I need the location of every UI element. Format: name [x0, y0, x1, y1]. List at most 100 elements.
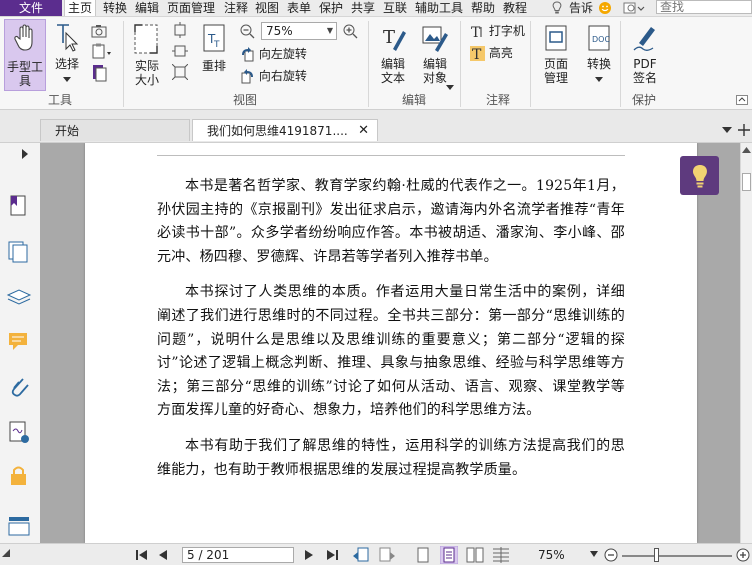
next-page-icon[interactable]: [304, 549, 314, 561]
continuous-facing-view-icon[interactable]: [492, 547, 510, 563]
fit-visible-icon[interactable]: [172, 64, 188, 80]
menu-bar: 文件 主页 转换 编辑 页面管理 注释 视图 表单 保护 共享 互联 辅助工具 …: [0, 0, 752, 17]
search-input[interactable]: [656, 0, 752, 14]
reflow-icon: T T: [203, 24, 225, 52]
menu-accessibility[interactable]: 辅助工具: [415, 0, 463, 16]
menu-help[interactable]: 帮助: [471, 0, 495, 16]
select-button[interactable]: 选择: [50, 23, 84, 85]
attachment-icon[interactable]: [6, 373, 32, 399]
svg-text:T: T: [383, 27, 395, 48]
zoom-slider-track[interactable]: [622, 555, 732, 557]
facing-view-icon[interactable]: [466, 547, 484, 563]
tips-button[interactable]: [680, 156, 719, 195]
header-rule: [157, 155, 625, 156]
zoom-out-icon[interactable]: [240, 24, 255, 39]
menu-tutorial[interactable]: 教程: [503, 0, 527, 16]
hand-tool-button[interactable]: 手型工具: [4, 19, 46, 91]
expand-panel-icon[interactable]: [21, 149, 29, 159]
group-label-protect: 保护: [631, 93, 656, 107]
paragraph: 本书探讨了人类思维的本质。作者运用大量日常生活中的案例，详细阐述了我们进行思维时…: [157, 284, 625, 419]
convert-button[interactable]: DOC 转换: [582, 23, 616, 85]
menu-connect[interactable]: 互联: [383, 0, 407, 16]
zoom-out-icon[interactable]: [604, 548, 618, 562]
new-tab-plus-icon[interactable]: [738, 124, 750, 136]
lock-icon[interactable]: [6, 463, 32, 489]
page-manage-icon: [545, 25, 567, 51]
document-tools-icon[interactable]: [92, 64, 108, 82]
continuous-view-icon[interactable]: [440, 546, 458, 564]
reflow-button[interactable]: T T 重排: [198, 23, 230, 73]
previous-page-icon[interactable]: [158, 549, 168, 561]
zoom-in-icon[interactable]: [343, 24, 358, 39]
menu-edit[interactable]: 编辑: [135, 0, 159, 16]
rotate-left-button[interactable]: 向左旋转: [240, 45, 307, 63]
select-label: 选择: [54, 57, 79, 71]
menu-form[interactable]: 表单: [287, 0, 311, 16]
scroll-up-icon[interactable]: [742, 147, 751, 153]
first-page-icon[interactable]: [136, 549, 148, 561]
lightbulb-icon[interactable]: [551, 1, 563, 15]
actual-size-icon: [134, 24, 158, 54]
single-page-view-icon[interactable]: [416, 547, 430, 563]
scrollbar-thumb[interactable]: [742, 173, 751, 191]
chevron-down-icon[interactable]: [590, 551, 598, 557]
search-scope-icon[interactable]: [623, 1, 645, 15]
tab-start[interactable]: 开始: [40, 119, 190, 141]
menu-page-manage[interactable]: 页面管理: [167, 0, 215, 16]
menu-comment[interactable]: 注释: [224, 0, 248, 16]
select-cursor-icon: [57, 24, 79, 52]
comments-icon[interactable]: [6, 329, 32, 355]
fit-page-icon[interactable]: [172, 22, 188, 38]
zoom-select[interactable]: 75% ▼: [261, 22, 337, 40]
signature-panel-icon[interactable]: [6, 419, 32, 445]
actual-size-button[interactable]: 实际大小: [130, 23, 164, 87]
clipboard-icon[interactable]: [91, 43, 113, 59]
paragraph: 本书有助于我们了解思维的特性，运用科学的训练方法提高我们的思维能力，也有助于教师…: [157, 437, 625, 478]
convert-icon: DOC: [588, 25, 610, 51]
page-number-value: 5 / 201: [187, 548, 230, 562]
content-panel-icon[interactable]: [6, 511, 32, 537]
svg-text:DOC: DOC: [592, 35, 610, 44]
pdf-sign-button[interactable]: PDF签名: [626, 23, 664, 85]
next-view-icon[interactable]: [378, 547, 396, 563]
layers-icon[interactable]: [6, 283, 32, 309]
hand-icon: [14, 24, 33, 51]
page-body-text: 本书是著名哲学家、教育学家约翰·杜威的代表作之一。1925年1月，孙伏园主持的《…: [157, 175, 625, 494]
menu-home[interactable]: 主页: [64, 0, 97, 16]
tell-me-label[interactable]: 告诉: [569, 0, 593, 16]
edit-text-button[interactable]: T 编辑文本: [376, 23, 410, 85]
pages-thumbnail-icon[interactable]: [6, 239, 32, 265]
document-viewport[interactable]: 本书是著名哲学家、教育学家约翰·杜威的代表作之一。1925年1月，孙伏园主持的《…: [40, 143, 740, 543]
group-label-view: 视图: [232, 93, 257, 107]
snapshot-icon[interactable]: [91, 24, 107, 38]
pdf-sign-label: PDF签名: [632, 57, 657, 85]
highlight-icon: T: [470, 46, 485, 63]
highlight-button[interactable]: T 高亮: [470, 44, 513, 63]
edit-object-button[interactable]: 编辑对象: [416, 23, 454, 90]
menu-convert[interactable]: 转换: [103, 0, 127, 16]
zoom-slider-thumb[interactable]: [654, 548, 659, 562]
collapse-ribbon-icon[interactable]: [736, 95, 748, 105]
page-manage-button[interactable]: 页面管理: [536, 23, 576, 85]
previous-view-icon[interactable]: [352, 547, 370, 563]
page-number-input[interactable]: 5 / 201: [182, 547, 294, 563]
close-icon[interactable]: ✕: [358, 120, 369, 142]
svg-text:T: T: [213, 40, 220, 50]
vertical-scrollbar[interactable]: [740, 143, 752, 543]
typewriter-button[interactable]: T 打字机: [470, 22, 525, 41]
tab-document[interactable]: 我们如何思维4191871.... ✕: [192, 119, 378, 141]
smiley-icon[interactable]: [598, 1, 612, 15]
group-label-tools: 工具: [47, 93, 72, 107]
menu-view[interactable]: 视图: [255, 0, 279, 16]
tab-list-chevron-icon[interactable]: [722, 126, 732, 134]
zoom-in-icon[interactable]: [736, 548, 750, 562]
file-menu-button[interactable]: 文件: [0, 0, 62, 16]
fit-width-icon[interactable]: [172, 43, 188, 59]
status-zoom-value[interactable]: 75%: [538, 547, 565, 563]
bookmark-icon[interactable]: [6, 193, 32, 219]
last-page-icon[interactable]: [326, 549, 338, 561]
collapse-sidebar-icon[interactable]: [2, 549, 10, 557]
menu-protect[interactable]: 保护: [319, 0, 343, 16]
menu-share[interactable]: 共享: [351, 0, 375, 16]
rotate-right-button[interactable]: 向右旋转: [240, 67, 307, 85]
